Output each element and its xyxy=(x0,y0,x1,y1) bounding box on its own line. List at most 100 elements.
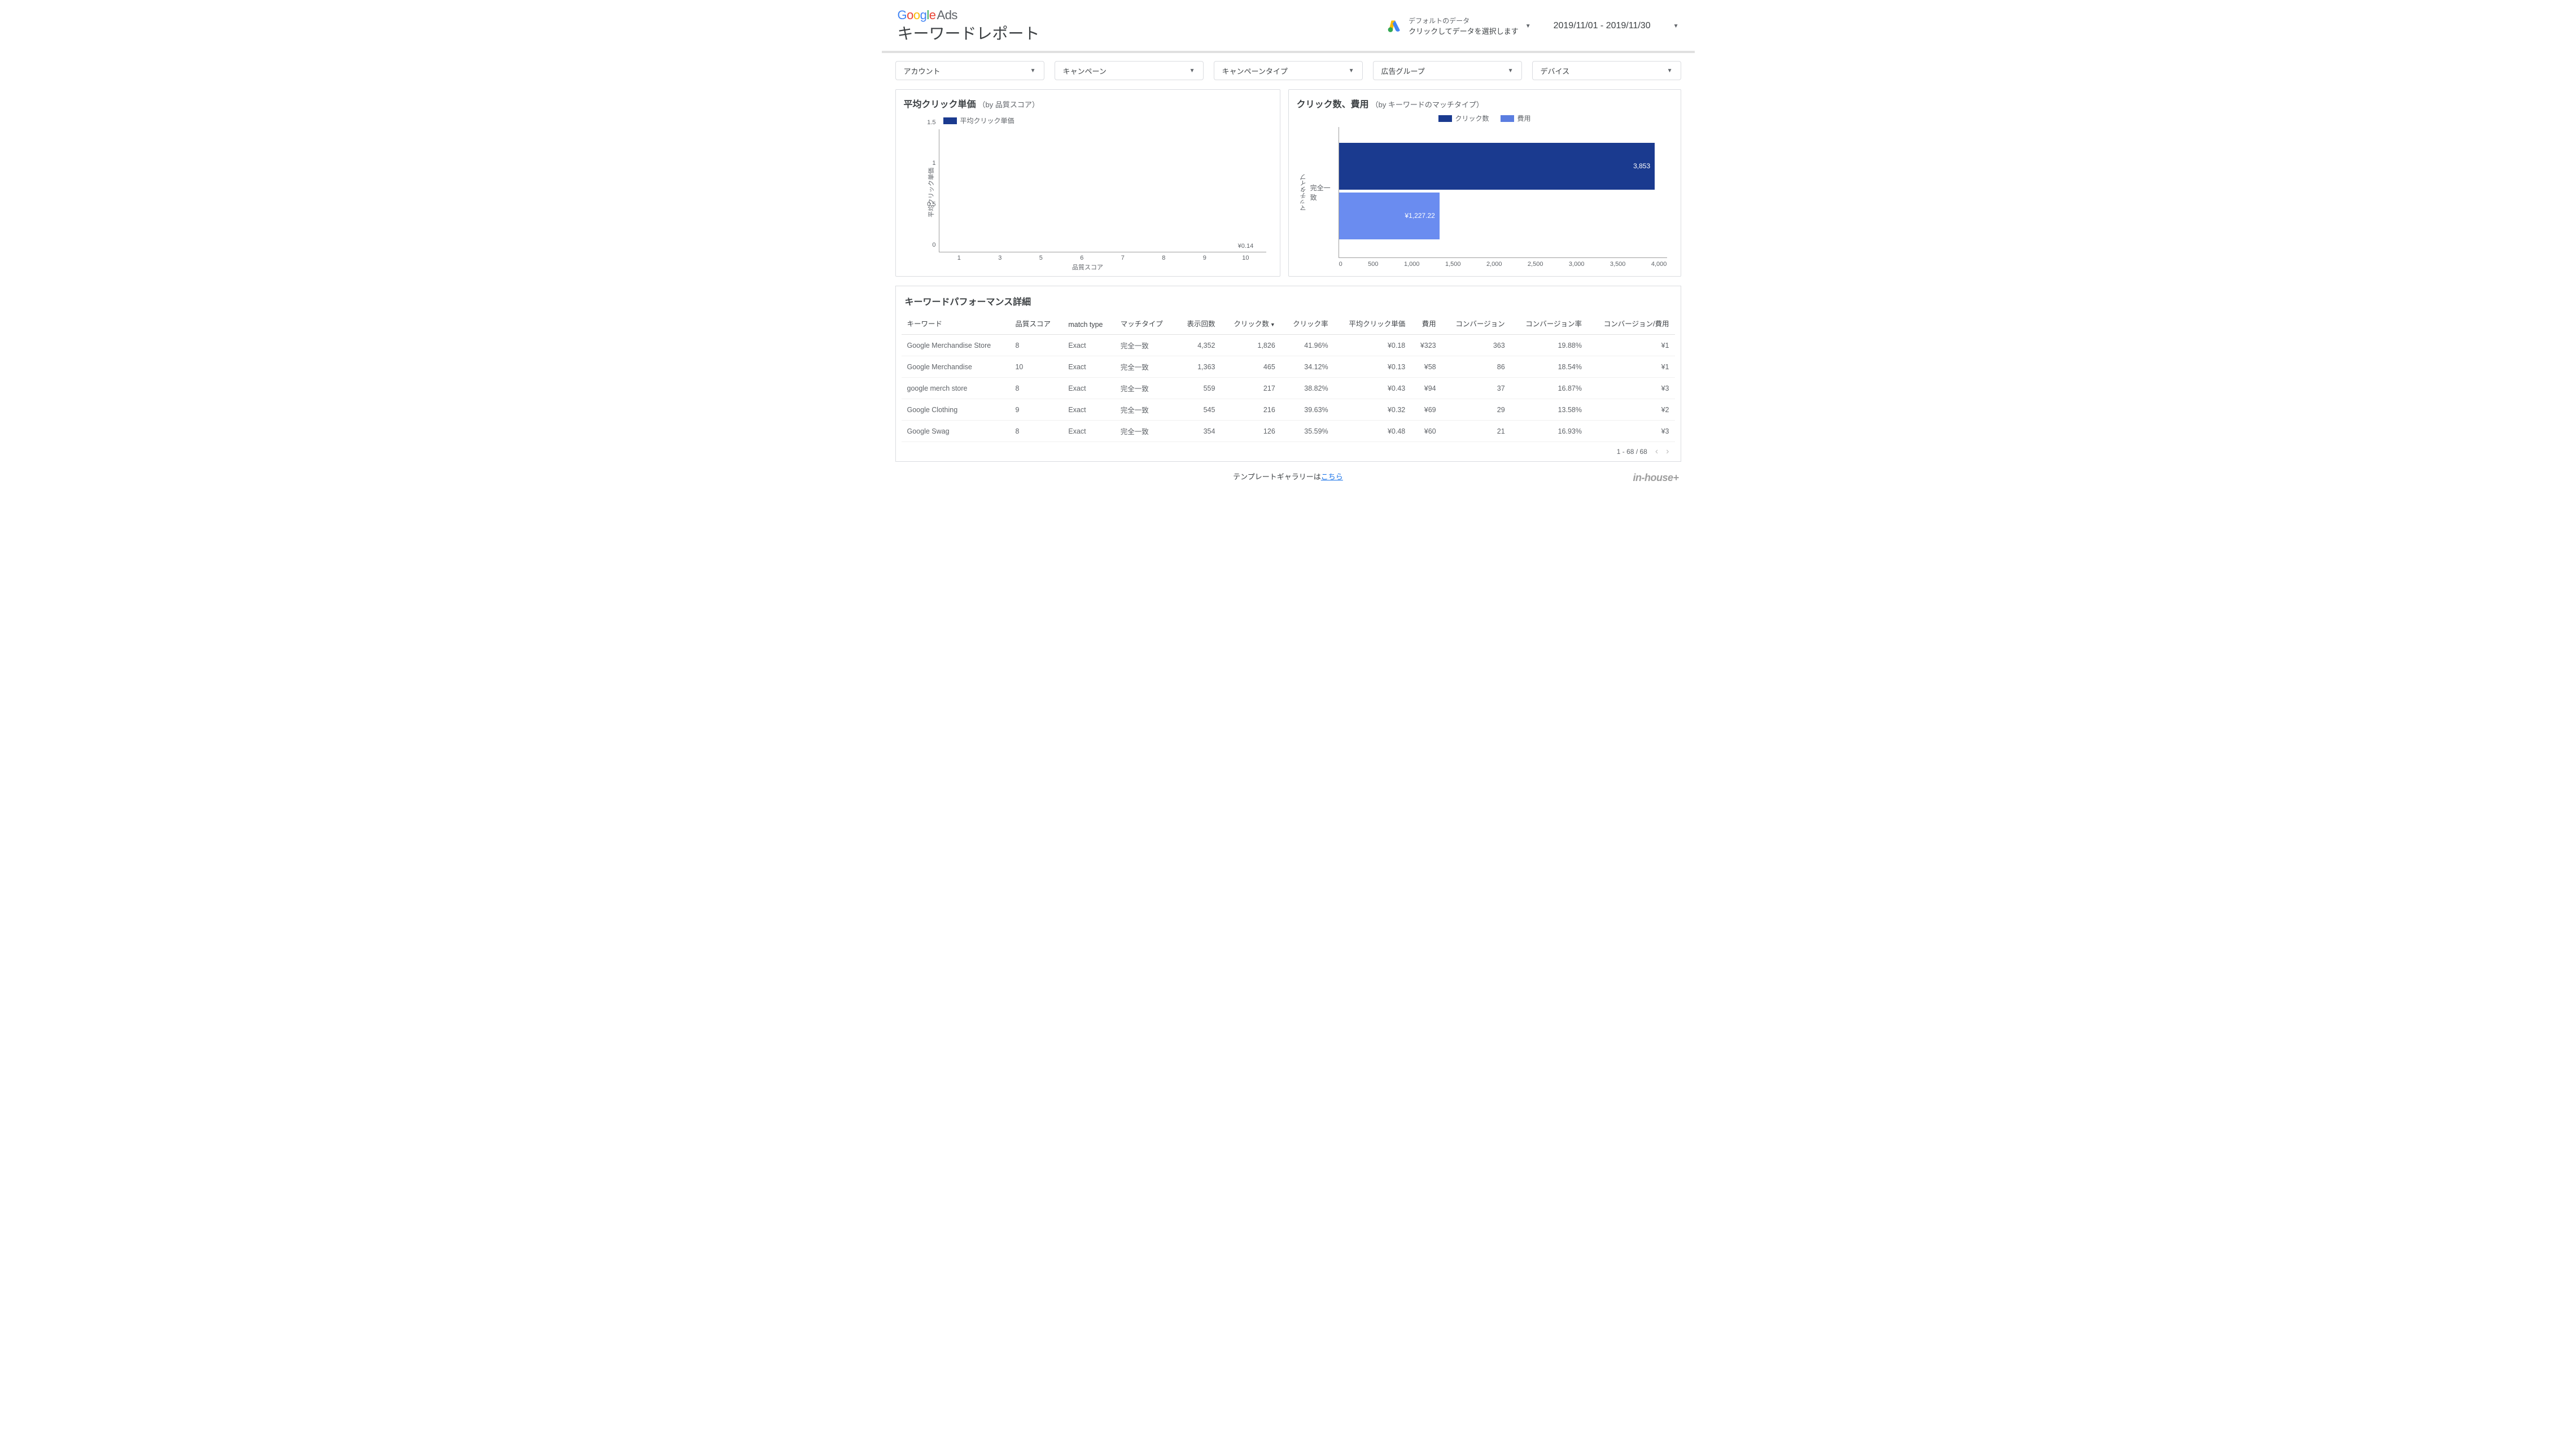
table-title: キーワードパフォーマンス詳細 xyxy=(902,294,1675,313)
legend-swatch xyxy=(1438,115,1452,122)
page-title: キーワードレポート xyxy=(898,21,1388,44)
chart2-legend: クリック数 費用 xyxy=(1438,113,1531,123)
caret-down-icon: ▼ xyxy=(1667,68,1673,74)
table-cell: 8 xyxy=(1009,421,1062,442)
pager-prev-button[interactable]: ‹ xyxy=(1655,447,1658,457)
table-cell: 216 xyxy=(1221,399,1280,421)
table-header[interactable]: マッチタイプ xyxy=(1115,313,1176,335)
sort-desc-icon: ▼ xyxy=(1270,322,1275,327)
table-cell: 完全一致 xyxy=(1115,356,1176,378)
table-cell: 29 xyxy=(1442,399,1511,421)
chart1-ytick: 1 xyxy=(918,160,936,167)
legend-swatch xyxy=(1501,115,1514,122)
table-cell: 86 xyxy=(1442,356,1511,378)
chart2-bar: 3,853 xyxy=(1339,143,1655,190)
chart1-legend: 平均クリック単価 xyxy=(943,116,1014,125)
table-header[interactable]: コンバージョン率 xyxy=(1511,313,1587,335)
pager-text: 1 - 68 / 68 xyxy=(1617,448,1647,456)
chart1-xtick: 3 xyxy=(979,255,1021,261)
table-cell: 354 xyxy=(1176,421,1221,442)
table-cell: ¥0.48 xyxy=(1334,421,1411,442)
table-cell: 完全一致 xyxy=(1115,421,1176,442)
chart2-xtick: 1,500 xyxy=(1445,261,1461,268)
table-cell: 37 xyxy=(1442,378,1511,399)
table-cell: 4,352 xyxy=(1176,335,1221,356)
table-row: Google Swag8Exact完全一致35412635.59%¥0.48¥6… xyxy=(902,421,1675,442)
table-cell: 38.82% xyxy=(1281,378,1334,399)
table-cell: 545 xyxy=(1176,399,1221,421)
table-cell: 19.88% xyxy=(1511,335,1587,356)
table-header[interactable]: コンバージョン/費用 xyxy=(1587,313,1675,335)
table-cell: 39.63% xyxy=(1281,399,1334,421)
footer-link[interactable]: こちら xyxy=(1321,473,1343,481)
table-header[interactable]: クリック率 xyxy=(1281,313,1334,335)
pager-next-button[interactable]: › xyxy=(1666,447,1669,457)
table-cell: ¥3 xyxy=(1587,378,1675,399)
filter-campaign[interactable]: キャンペーン▼ xyxy=(1055,61,1204,80)
table-row: Google Clothing9Exact完全一致54521639.63%¥0.… xyxy=(902,399,1675,421)
table-header[interactable]: 平均クリック単価 xyxy=(1334,313,1411,335)
chart2-plot-area: クリック数 費用 マッチタイプ 完全一致 05001,0001,5002,000… xyxy=(1297,113,1673,272)
table-cell: ¥0.43 xyxy=(1334,378,1411,399)
table-cell: 217 xyxy=(1221,378,1280,399)
chart1-xtick: 1 xyxy=(939,255,980,261)
chart1-ytick: 0 xyxy=(918,242,936,248)
filter-device[interactable]: デバイス▼ xyxy=(1532,61,1681,80)
table-header[interactable]: コンバージョン xyxy=(1442,313,1511,335)
table-cell: Google Merchandise Store xyxy=(902,335,1010,356)
header: GoogleAds キーワードレポート デフォルトのデータ クリックしてデータを… xyxy=(882,0,1695,53)
caret-down-icon: ▼ xyxy=(1673,23,1679,29)
chart1-ytick: 0.5 xyxy=(918,201,936,208)
chart1-plot-area: 平均クリック単価 平均クリック単価 ¥1.3¥0.93¥0.95¥0.96¥0.… xyxy=(904,113,1272,272)
table-cell: 1,826 xyxy=(1221,335,1280,356)
table-header[interactable]: キーワード xyxy=(902,313,1010,335)
table-cell: 完全一致 xyxy=(1115,378,1176,399)
filter-adgroup[interactable]: 広告グループ▼ xyxy=(1373,61,1522,80)
table-cell: Exact xyxy=(1062,378,1114,399)
table-header[interactable]: 品質スコア xyxy=(1009,313,1062,335)
table-cell: ¥69 xyxy=(1411,399,1441,421)
table-header[interactable]: クリック数▼ xyxy=(1221,313,1280,335)
legend-label: クリック数 xyxy=(1455,113,1489,123)
table-header[interactable]: 費用 xyxy=(1411,313,1441,335)
table-cell: Exact xyxy=(1062,335,1114,356)
legend-label: 平均クリック単価 xyxy=(960,116,1014,125)
data-source-picker[interactable]: デフォルトのデータ クリックしてデータを選択します ▼ xyxy=(1387,16,1531,36)
chart1-xtick: 6 xyxy=(1061,255,1103,261)
data-source-prompt: クリックしてデータを選択します xyxy=(1409,25,1519,36)
table-header[interactable]: 表示回数 xyxy=(1176,313,1221,335)
table-cell: 完全一致 xyxy=(1115,335,1176,356)
chart1-xtick: 8 xyxy=(1143,255,1184,261)
table-pager: 1 - 68 / 68 ‹ › xyxy=(902,442,1675,457)
chart2-xtick: 2,500 xyxy=(1528,261,1543,268)
table-cell: Exact xyxy=(1062,356,1114,378)
filter-label: キャンペーンタイプ xyxy=(1222,65,1288,76)
table-cell: 465 xyxy=(1221,356,1280,378)
filter-campaign-type[interactable]: キャンペーンタイプ▼ xyxy=(1214,61,1363,80)
chart2-title: クリック数、費用 xyxy=(1297,100,1369,110)
table-cell: ¥94 xyxy=(1411,378,1441,399)
keyword-table-card: キーワードパフォーマンス詳細 キーワード品質スコアmatch typeマッチタイ… xyxy=(895,286,1681,462)
chart2-xtick: 4,000 xyxy=(1651,261,1667,268)
table-cell: 16.87% xyxy=(1511,378,1587,399)
chart1-xtick: 10 xyxy=(1225,255,1266,261)
caret-down-icon: ▼ xyxy=(1525,23,1531,29)
chart2-xtick: 3,000 xyxy=(1569,261,1585,268)
filter-account[interactable]: アカウント▼ xyxy=(895,61,1044,80)
brand-watermark: in-house+ xyxy=(1633,472,1678,484)
table-cell: ¥58 xyxy=(1411,356,1441,378)
table-cell: 363 xyxy=(1442,335,1511,356)
table-cell: 10 xyxy=(1009,356,1062,378)
table-cell: 126 xyxy=(1221,421,1280,442)
chart1-subtitle: （by 品質スコア） xyxy=(978,100,1039,109)
table-cell: ¥1 xyxy=(1587,356,1675,378)
caret-down-icon: ▼ xyxy=(1030,68,1036,74)
table-cell: 8 xyxy=(1009,335,1062,356)
chart2-subtitle: （by キーワードのマッチタイプ） xyxy=(1371,100,1484,109)
date-range-picker[interactable]: 2019/11/01 - 2019/11/30 ▼ xyxy=(1554,21,1679,31)
table-header[interactable]: match type xyxy=(1062,313,1114,335)
table-cell: 35.59% xyxy=(1281,421,1334,442)
table-cell: Google Clothing xyxy=(902,399,1010,421)
filter-label: 広告グループ xyxy=(1381,65,1425,76)
table-cell: ¥0.13 xyxy=(1334,356,1411,378)
